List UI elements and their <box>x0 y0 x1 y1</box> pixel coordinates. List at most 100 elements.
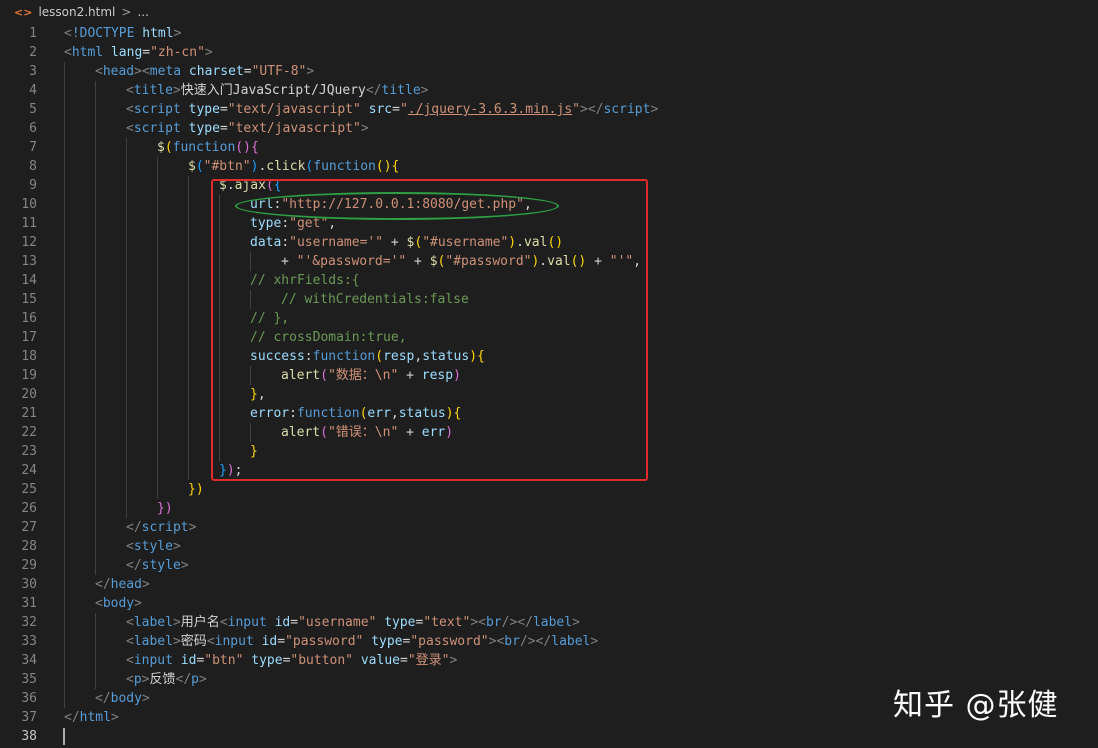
code-line[interactable]: 1 <!DOCTYPE html> <box>0 24 1098 43</box>
indent-guide <box>95 556 96 575</box>
line-number: 19 <box>21 368 37 383</box>
code-token: < <box>126 83 134 98</box>
code-token: ( <box>195 159 204 174</box>
indent-guide <box>157 480 158 499</box>
line-number: 25 <box>21 482 37 497</box>
code-token: "btn" <box>204 653 244 668</box>
code-line[interactable]: 26}) <box>0 499 1098 518</box>
code-token: "UTF-8" <box>251 64 307 79</box>
code-token: "登录" <box>407 653 450 668</box>
code-line[interactable]: 38 <box>0 727 1098 746</box>
code-text: <body> <box>95 594 142 613</box>
code-text: </head> <box>95 575 150 594</box>
indent-guide <box>126 309 127 328</box>
code-token: () <box>235 140 251 155</box>
breadcrumb-symbol[interactable]: ... <box>137 5 148 19</box>
code-token: > <box>172 634 181 649</box>
indent-guide <box>64 594 65 613</box>
code-token: < <box>126 634 134 649</box>
code-token: $ <box>157 140 165 155</box>
code-token: lang <box>103 45 143 60</box>
code-token: style <box>141 558 181 573</box>
code-line[interactable]: 5 <script type="text/javascript" src="./j… <box>0 100 1098 119</box>
code-token: > <box>172 83 181 98</box>
code-token: </ <box>126 558 142 573</box>
indent-guide <box>64 632 65 651</box>
code-token: "text" <box>423 615 471 630</box>
indent-guide <box>188 423 189 442</box>
code-token: = <box>290 615 299 630</box>
code-line[interactable]: 6 <script type="text/javascript"> <box>0 119 1098 138</box>
code-token: > <box>188 520 197 535</box>
indent-guide <box>126 176 127 195</box>
code-line[interactable]: 31 <body> <box>0 594 1098 613</box>
line-number: 30 <box>21 577 37 592</box>
code-token: function <box>313 159 376 174</box>
indent-guide <box>64 81 65 100</box>
code-line[interactable]: 2 <html lang="zh-cn"> <box>0 43 1098 62</box>
code-line[interactable]: 33 <label>密码<input id="password" type="pa… <box>0 632 1098 651</box>
line-number: 15 <box>21 292 37 307</box>
code-token: "zh-cn" <box>150 45 205 60</box>
code-token: > <box>572 615 580 630</box>
indent-guide <box>64 176 65 195</box>
code-line[interactable]: 27 </script> <box>0 518 1098 537</box>
code-token: > <box>650 102 659 117</box>
indent-guide <box>64 689 65 708</box>
code-token: id <box>172 653 197 668</box>
indent-guide <box>95 442 96 461</box>
indent-guide <box>64 670 65 689</box>
code-token: > <box>180 558 189 573</box>
indent-guide <box>95 195 96 214</box>
code-line[interactable]: 8 $("#btn").click(function(){ <box>0 157 1098 176</box>
indent-guide <box>188 309 189 328</box>
code-line[interactable]: 29 </style> <box>0 556 1098 575</box>
indent-guide <box>95 157 96 176</box>
code-token: < <box>206 634 215 649</box>
indent-guide <box>95 537 96 556</box>
line-number: 33 <box>21 634 37 649</box>
indent-guide <box>126 347 127 366</box>
line-number: 24 <box>21 463 37 478</box>
code-token: meta <box>149 64 182 79</box>
indent-guide <box>95 252 96 271</box>
code-token: < <box>126 672 134 687</box>
code-token: function <box>172 140 236 155</box>
indent-guide <box>64 328 65 347</box>
code-line[interactable]: 34 <input id="btn" type="button" value="登… <box>0 651 1098 670</box>
code-token: "text/javascript" <box>227 102 361 117</box>
code-token: < <box>126 121 134 136</box>
code-token: script <box>133 102 181 117</box>
indent-guide <box>157 366 158 385</box>
code-line[interactable]: 32 <label>用户名<input id="username" type="t… <box>0 613 1098 632</box>
indent-guide <box>64 404 65 423</box>
indent-guide <box>95 81 96 100</box>
code-token: }) <box>188 482 204 497</box>
indent-guide <box>95 214 96 233</box>
code-token: type <box>180 102 220 117</box>
highlight-url-line <box>235 192 559 220</box>
code-line[interactable]: 28 <style> <box>0 537 1098 556</box>
code-line[interactable]: 4 <title>快速入门JavaScript/JQuery</title> <box>0 81 1098 100</box>
indent-guide <box>95 233 96 252</box>
code-text: <label>用户名<input id="username" type="tex… <box>126 613 580 632</box>
line-number: 28 <box>21 539 37 554</box>
line-number: 31 <box>21 596 37 611</box>
indent-guide <box>126 461 127 480</box>
code-line[interactable]: 30 </head> <box>0 575 1098 594</box>
code-token: value <box>353 653 400 668</box>
code-token: /></ <box>519 634 552 649</box>
code-line[interactable]: 7 $(function(){ <box>0 138 1098 157</box>
code-token: title <box>133 83 173 98</box>
code-token: p <box>191 672 199 687</box>
code-token: body <box>102 596 135 611</box>
breadcrumb-file[interactable]: lesson2.html <box>38 5 115 19</box>
code-token: ./jquery-3.6.3.min.js <box>407 102 573 117</box>
code-editor[interactable]: < > lesson2.html > ... 1 <!DOCTYPE html> 2 <… <box>0 0 1098 748</box>
code-line[interactable]: 25}) <box>0 480 1098 499</box>
indent-guide <box>64 100 65 119</box>
indent-guide <box>126 404 127 423</box>
code-line[interactable]: 3 <head><meta charset="UTF-8"> <box>0 62 1098 81</box>
code-token: "password" <box>285 634 364 649</box>
code-text: $("#btn").click(function(){ <box>188 157 399 176</box>
